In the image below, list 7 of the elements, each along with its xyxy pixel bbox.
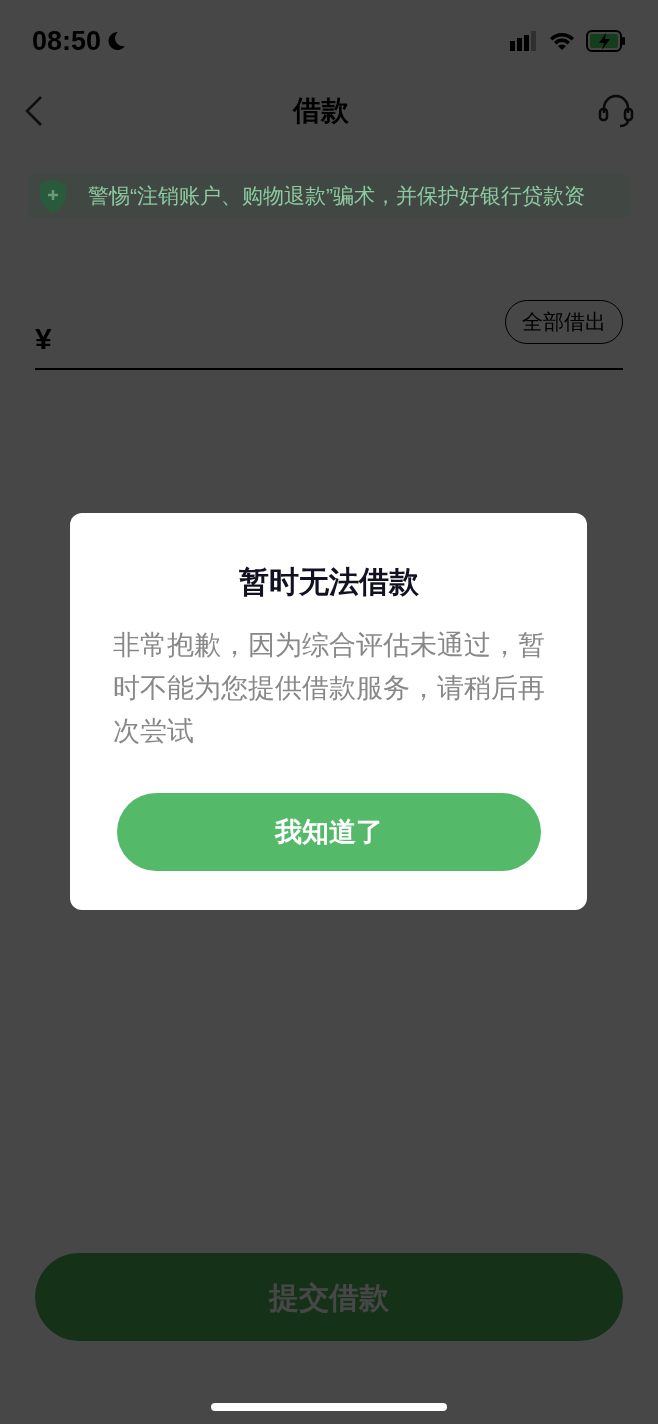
notice-text: 警惕“注销账户、购物退款”骗术，并保护好银行贷款资 <box>88 183 585 210</box>
status-time: 08:50 <box>32 24 102 58</box>
dialog-title: 暂时无法借款 <box>238 564 419 600</box>
dialog-confirm-button[interactable]: 我知道了 <box>116 793 541 871</box>
page-title: 借款 <box>293 94 349 128</box>
currency-symbol: ¥ <box>35 320 52 357</box>
dialog-message: 非常抱歉，因为综合评估未通过，暂时不能为您提供借款服务，请稍后再次尝试 <box>112 629 545 748</box>
